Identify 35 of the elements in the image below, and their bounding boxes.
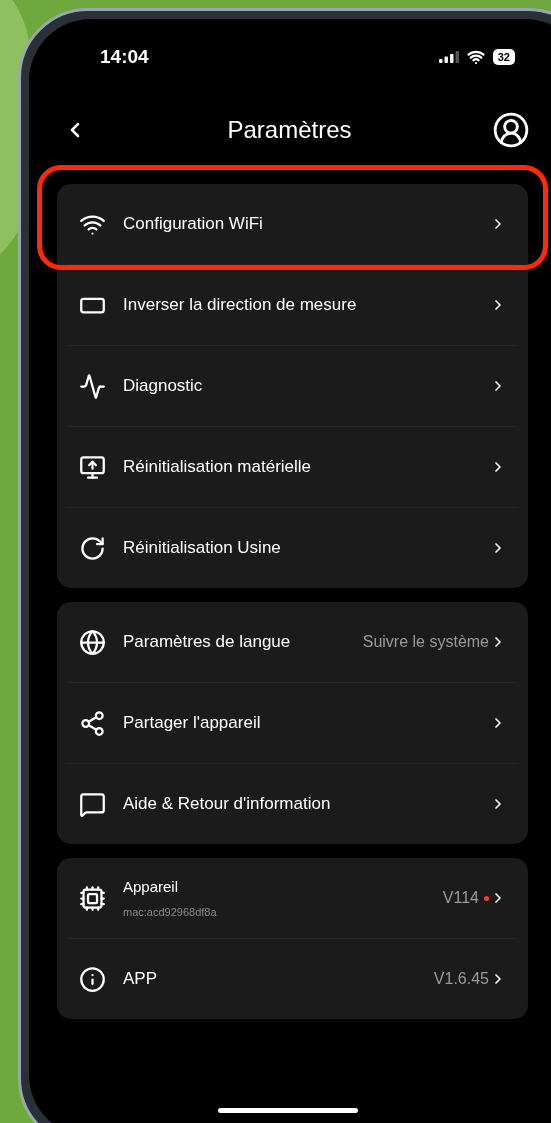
- row-label: Appareil: [123, 876, 180, 897]
- row-label: Paramètres de langue: [123, 631, 292, 654]
- mac-address: mac:acd92968df8a: [123, 905, 218, 920]
- chip-icon: [79, 884, 106, 912]
- chat-bubble-icon: [79, 790, 106, 818]
- settings-row[interactable]: Réinitialisation matérielle: [57, 427, 528, 507]
- refresh-icon: [79, 534, 106, 562]
- row-label: Inverser la direction de mesure: [123, 294, 358, 317]
- row-label: Diagnostic: [123, 375, 204, 398]
- signal-icon: [438, 51, 459, 63]
- settings-row[interactable]: Aide & Retour d'information: [57, 764, 528, 844]
- wifi-status-icon: [466, 48, 485, 66]
- share-icon: [79, 709, 106, 737]
- settings-row[interactable]: Diagnostic: [57, 346, 528, 426]
- settings-row[interactable]: Réinitialisation Usine: [57, 508, 528, 588]
- settings-row[interactable]: Appareil mac:acd92968df8a V114: [57, 858, 528, 938]
- row-label: Réinitialisation Usine: [123, 537, 282, 560]
- row-value: Suivre le système: [362, 632, 489, 652]
- row-label: Partager l'appareil: [123, 712, 262, 735]
- settings-row[interactable]: Inverser la direction de mesure: [57, 265, 528, 345]
- row-value: V114: [442, 888, 479, 908]
- profile-icon[interactable]: [492, 111, 530, 149]
- info-icon: [79, 965, 106, 993]
- row-value: V1.6.45: [433, 969, 489, 989]
- settings-row[interactable]: APP V1.6.45: [57, 939, 528, 1019]
- status-time: 14:04: [100, 44, 149, 69]
- row-label: Configuration WiFi: [123, 213, 264, 236]
- row-label: APP: [123, 968, 159, 991]
- row-label: Aide & Retour d'information: [123, 793, 332, 816]
- globe-icon: [79, 628, 106, 656]
- settings-row[interactable]: Partager l'appareil: [57, 683, 528, 763]
- page-title: Paramètres: [227, 115, 352, 145]
- settings-row[interactable]: Configuration WiFi: [57, 184, 528, 264]
- row-label: Réinitialisation matérielle: [123, 456, 313, 479]
- settings-row[interactable]: Paramètres de langue Suivre le système: [57, 602, 528, 682]
